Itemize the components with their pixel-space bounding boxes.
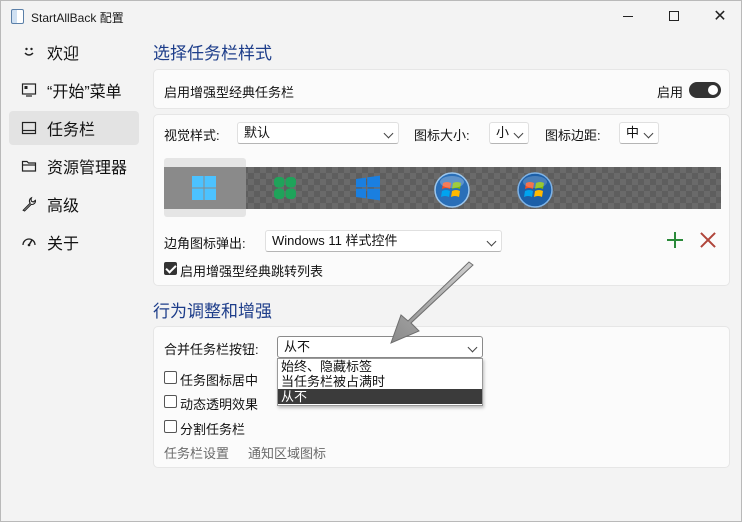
remove-icon[interactable]	[700, 232, 716, 248]
dynamic-transparency-checkbox[interactable]	[164, 395, 177, 408]
icon-margin-select[interactable]: 中	[619, 122, 659, 144]
close-icon: ✕	[713, 8, 727, 25]
app-window: StartAllBack 配置 ✕ 欢迎 “开始”菜单 任务栏 资源管理器 高级…	[0, 0, 742, 522]
start-menu-icon	[19, 80, 39, 100]
taskbar-icon	[19, 118, 39, 138]
enhanced-classic-label: 启用增强型经典任务栏	[164, 85, 295, 100]
dropdown-option-when-full[interactable]: 当任务栏被占满时	[278, 374, 482, 389]
section-title-behavior: 行为调整和增强	[153, 302, 272, 321]
windows-11-icon[interactable]	[191, 175, 217, 201]
icon-size-value: 小	[496, 125, 510, 140]
notification-icons-link[interactable]: 通知区域图标	[248, 443, 326, 462]
minimize-icon	[623, 15, 633, 17]
dropdown-option-always-hide-labels[interactable]: 始终、隐藏标签	[278, 359, 482, 374]
sidebar: 欢迎 “开始”菜单 任务栏 资源管理器 高级 关于	[9, 35, 139, 263]
chevron-down-icon	[643, 128, 654, 139]
windows-xp-orb-icon[interactable]	[516, 171, 554, 209]
chevron-down-icon	[513, 128, 524, 139]
smile-icon	[19, 42, 39, 62]
window-title: StartAllBack 配置	[31, 11, 124, 25]
sidebar-item-advanced[interactable]: 高级	[9, 187, 139, 221]
sidebar-item-label: 任务栏	[47, 122, 96, 139]
enable-label: 启用	[657, 85, 684, 100]
corner-icon-value: Windows 11 样式控件	[272, 233, 398, 248]
visual-style-value: 默认	[244, 125, 271, 140]
sidebar-item-welcome[interactable]: 欢迎	[9, 35, 139, 69]
chevron-down-icon	[383, 128, 394, 139]
enhanced-classic-card: 启用增强型经典任务栏 启用	[153, 69, 730, 109]
sidebar-item-label: 资源管理器	[47, 160, 128, 177]
icon-margin-label: 图标边距:	[545, 128, 601, 143]
jumplist-checkbox[interactable]	[164, 262, 177, 275]
windows-vista-icon[interactable]	[272, 175, 298, 201]
corner-icon-select[interactable]: Windows 11 样式控件	[265, 230, 502, 252]
sidebar-item-about[interactable]: 关于	[9, 225, 139, 259]
dropdown-option-never[interactable]: 从不	[278, 389, 482, 404]
chevron-down-icon	[486, 236, 497, 247]
sidebar-item-label: 关于	[47, 236, 80, 253]
corner-icon-label: 边角图标弹出:	[164, 236, 246, 251]
sidebar-item-explorer[interactable]: 资源管理器	[9, 149, 139, 183]
sidebar-item-label: 高级	[47, 198, 80, 215]
app-icon	[11, 9, 24, 24]
folder-icon	[19, 156, 39, 176]
maximize-icon	[669, 11, 679, 21]
taskbar-settings-link[interactable]: 任务栏设置	[164, 443, 229, 462]
sidebar-item-label: “开始”菜单	[47, 84, 122, 101]
title-bar: StartAllBack 配置 ✕	[1, 1, 741, 31]
dynamic-transparency-label: 动态透明效果	[180, 397, 259, 412]
maximize-button[interactable]	[651, 1, 697, 31]
visual-style-label: 视觉样式:	[164, 128, 220, 143]
center-icons-label: 任务图标居中	[180, 373, 259, 388]
gauge-icon	[19, 232, 39, 252]
enable-toggle[interactable]	[689, 82, 721, 98]
combine-buttons-label: 合并任务栏按钮:	[164, 342, 259, 357]
icon-margin-value: 中	[626, 125, 640, 140]
section-title-taskbar-style: 选择任务栏样式	[153, 44, 272, 63]
sidebar-item-taskbar[interactable]: 任务栏	[9, 111, 139, 145]
windows-10-icon[interactable]	[355, 175, 381, 201]
sidebar-item-label: 欢迎	[47, 46, 80, 63]
combine-buttons-dropdown: 始终、隐藏标签 当任务栏被占满时 从不	[277, 358, 483, 406]
windows-7-orb-icon[interactable]	[433, 171, 471, 209]
close-button[interactable]: ✕	[697, 1, 742, 31]
combine-buttons-value: 从不	[284, 339, 311, 354]
add-icon[interactable]	[667, 232, 683, 248]
sidebar-item-start-menu[interactable]: “开始”菜单	[9, 73, 139, 107]
visual-style-select[interactable]: 默认	[237, 122, 399, 144]
wrench-icon	[19, 194, 39, 214]
icon-size-select[interactable]: 小	[489, 122, 529, 144]
split-taskbar-label: 分割任务栏	[180, 422, 246, 437]
jumplist-label: 启用增强型经典跳转列表	[180, 264, 324, 279]
annotation-arrow-icon	[390, 261, 474, 344]
icon-size-label: 图标大小:	[414, 128, 470, 143]
center-icons-checkbox[interactable]	[164, 371, 177, 384]
minimize-button[interactable]	[605, 1, 651, 31]
split-taskbar-checkbox[interactable]	[164, 420, 177, 433]
